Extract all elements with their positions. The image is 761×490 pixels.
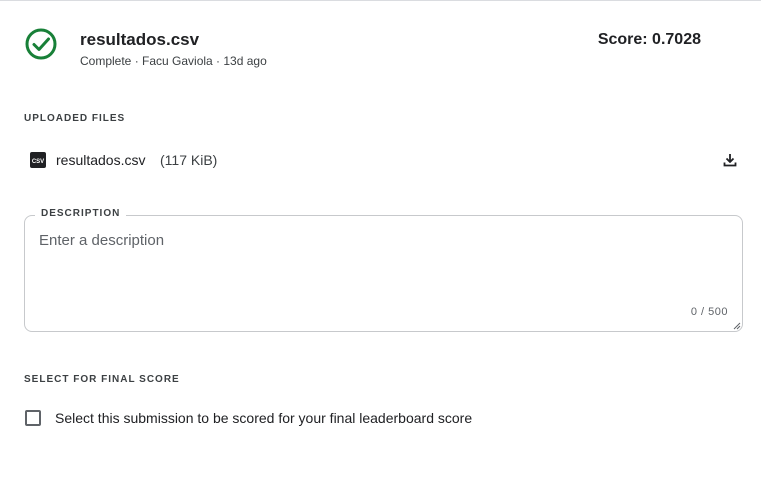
description-char-count: 0 / 500 — [690, 306, 728, 318]
submission-score: Score: 0.7028 — [597, 31, 701, 48]
final-score-checkbox[interactable] — [25, 410, 41, 426]
uploaded-files-heading: UPLOADED FILES — [24, 113, 126, 124]
download-icon[interactable] — [722, 152, 738, 168]
submission-header: resultados.csv Complete · Facu Gaviola ·… — [24, 27, 701, 71]
description-input[interactable] — [39, 232, 719, 292]
uploaded-file-row: CSV resultados.csv (117 KiB) — [30, 151, 740, 171]
description-label: DESCRIPTION — [35, 208, 127, 219]
submission-detail-panel: resultados.csv Complete · Facu Gaviola ·… — [0, 0, 761, 490]
uploaded-file-size: (117 KiB) — [160, 152, 218, 168]
uploaded-file-name: resultados.csv — [56, 152, 146, 168]
submission-meta: Complete · Facu Gaviola · 13d ago — [80, 54, 267, 68]
final-score-checkbox-label[interactable]: Select this submission to be scored for … — [55, 410, 472, 426]
resize-handle-icon[interactable] — [733, 322, 741, 330]
final-score-heading: SELECT FOR FINAL SCORE — [24, 374, 180, 385]
submission-file-name: resultados.csv — [80, 30, 200, 49]
description-field: DESCRIPTION 0 / 500 — [24, 208, 743, 332]
check-circle-icon — [25, 28, 57, 60]
svg-text:CSV: CSV — [32, 159, 44, 165]
final-score-option[interactable]: Select this submission to be scored for … — [24, 409, 624, 429]
csv-file-icon: CSV — [30, 152, 46, 168]
